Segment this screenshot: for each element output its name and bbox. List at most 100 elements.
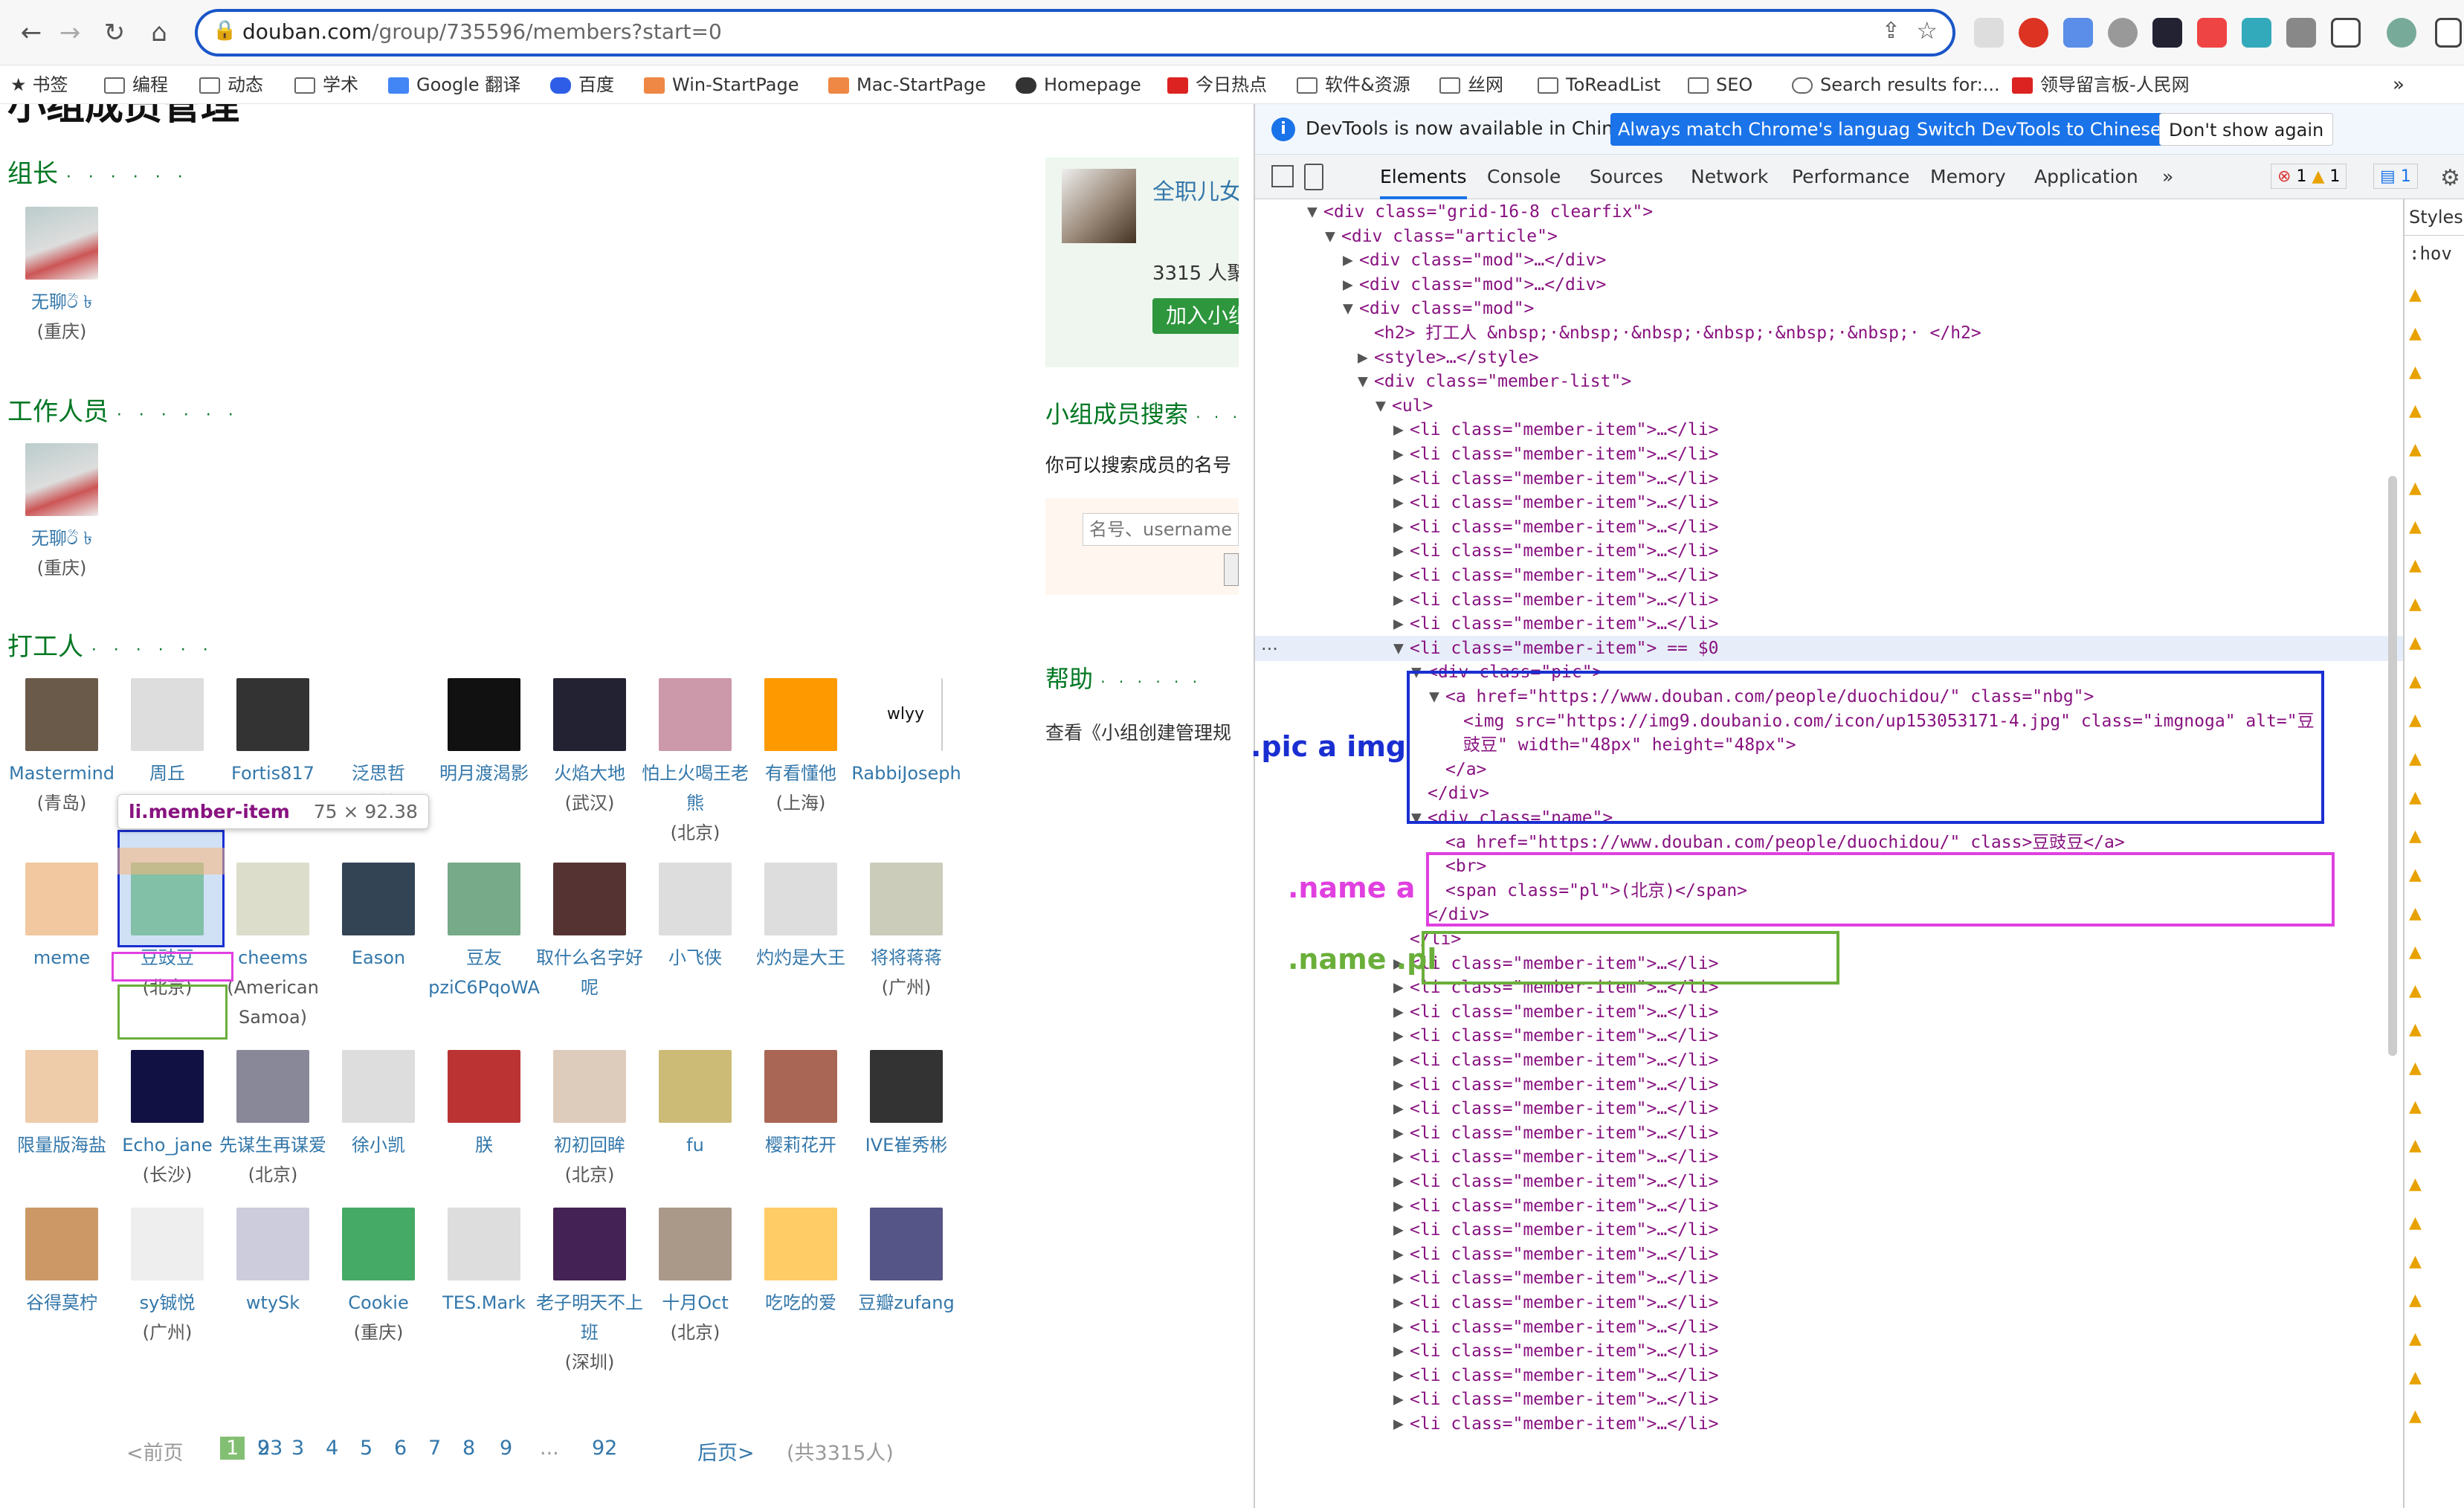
dom-node-line[interactable]: <a href="https://www.douban.com/people/d…	[1255, 830, 2403, 856]
dont-show-button[interactable]: Don't show again	[2159, 113, 2334, 146]
member-avatar[interactable]	[659, 1050, 732, 1123]
bookmark-item[interactable]: 编程	[104, 65, 168, 104]
member-name[interactable]: 谷得莫柠	[6, 1288, 117, 1318]
group-avatar[interactable]	[1062, 169, 1136, 243]
member-name[interactable]: sy铖悦	[112, 1288, 223, 1318]
pager-page-link[interactable]: 9	[500, 1437, 512, 1460]
member-item[interactable]: 取什么名字好呢	[534, 863, 645, 1002]
bookmark-item[interactable]: Search results for:...	[1792, 65, 2000, 104]
bookmark-item[interactable]: 动态	[199, 65, 263, 104]
dom-node-line[interactable]: ▼ <div class="grid-16-8 clearfix">	[1255, 199, 2403, 225]
member-item[interactable]: 老子明天不上班 (深圳)	[534, 1208, 645, 1377]
member-avatar[interactable]	[236, 863, 309, 935]
member-avatar[interactable]	[236, 678, 309, 751]
dom-node-line[interactable]: ▶ <li class="member-item">…</li>	[1255, 466, 2403, 492]
member-name[interactable]: 无聊ඊ ৳	[6, 523, 117, 553]
member-avatar[interactable]	[236, 1208, 309, 1280]
member-avatar[interactable]	[25, 1208, 98, 1280]
member-name[interactable]: 有看懂他	[745, 758, 857, 788]
dom-node-line[interactable]: ▼ <div class="member-list">	[1255, 369, 2403, 395]
member-item[interactable]: 有看懂他 (上海)	[745, 678, 857, 818]
dom-node-line[interactable]: ▶ <li class="member-item">…</li>	[1255, 1363, 2403, 1389]
member-name[interactable]: 朕	[428, 1130, 540, 1160]
expand-triangle-icon[interactable]: ▶	[1343, 272, 1359, 298]
member-item[interactable]: 明月渡渴影	[428, 678, 540, 788]
expand-triangle-icon[interactable]: ▶	[1393, 1121, 1410, 1147]
expand-triangle-icon[interactable]: ▶	[1393, 1290, 1410, 1316]
more-tabs-icon[interactable]: »	[2162, 155, 2173, 199]
dom-scrollbar-thumb[interactable]	[2388, 476, 2397, 1056]
dom-node-line[interactable]: ▶ <li class="member-item">…</li>	[1255, 515, 2403, 541]
member-name[interactable]: Echo_jane	[112, 1130, 223, 1160]
dom-node-line[interactable]: ▶ <li class="member-item">…</li>	[1255, 1217, 2403, 1243]
member-avatar[interactable]	[764, 863, 837, 935]
member-item[interactable]: 朕	[428, 1050, 540, 1160]
share-icon[interactable]: ⇪	[1882, 18, 1900, 44]
expand-triangle-icon[interactable]: ▶	[1393, 1144, 1410, 1170]
dom-node-line[interactable]: ▶ <li class="member-item">…</li>	[1255, 1072, 2403, 1098]
member-item[interactable]: 初初回眸 (北京)	[534, 1050, 645, 1190]
member-item[interactable]: 无聊ඊ ৳ (重庆)	[6, 207, 117, 347]
tab-performance[interactable]: Performance	[1792, 155, 1909, 199]
member-avatar[interactable]	[25, 678, 98, 751]
member-name[interactable]: 取什么名字好呢	[534, 943, 645, 1002]
expand-triangle-icon[interactable]: ▶	[1393, 1023, 1410, 1049]
tab-sources[interactable]: Sources	[1590, 155, 1663, 199]
pager-page-link[interactable]: 3	[291, 1437, 304, 1460]
member-name[interactable]: Cookie	[323, 1288, 434, 1318]
forward-icon[interactable]: →	[52, 15, 88, 51]
bookmark-item[interactable]: 今日热点	[1167, 65, 1267, 104]
bookmark-item[interactable]: Mac-StartPage	[828, 65, 986, 104]
member-item[interactable]: 火焰大地 (武汉)	[534, 678, 645, 818]
member-name[interactable]: 无聊ඊ ৳	[6, 287, 117, 317]
expand-triangle-icon[interactable]: ▶	[1393, 1266, 1410, 1292]
member-name[interactable]: 怕上火喝王老熊	[639, 758, 751, 818]
settings-gear-icon[interactable]: ⚙	[2440, 165, 2460, 191]
member-item[interactable]: 限量版海盐	[6, 1050, 117, 1160]
member-name[interactable]: wtySk	[217, 1288, 329, 1318]
switch-chinese-button[interactable]: Switch DevTools to Chinese	[1909, 113, 2169, 146]
dom-node-line[interactable]: ▶ <li class="member-item">…</li>	[1255, 1023, 2403, 1049]
member-avatar[interactable]	[25, 863, 98, 935]
member-avatar[interactable]	[659, 678, 732, 751]
dom-node-line[interactable]: ▶ <li class="member-item">…</li>	[1255, 1096, 2403, 1122]
dom-node-line[interactable]: ▶ <li class="member-item">…</li>	[1255, 1266, 2403, 1292]
dom-node-line[interactable]: ▶ <li class="member-item">…</li>	[1255, 1242, 2403, 1268]
member-name[interactable]: IVE崔秀彬	[851, 1130, 962, 1160]
home-icon[interactable]: ⌂	[141, 15, 177, 51]
member-item[interactable]: 无聊ඊ ৳ (重庆)	[6, 443, 117, 583]
expand-triangle-icon[interactable]: ▶	[1393, 587, 1410, 613]
bookmark-item[interactable]: 丝网	[1439, 65, 1503, 104]
expand-triangle-icon[interactable]: ▶	[1393, 1338, 1410, 1364]
member-item[interactable]: Eason	[323, 863, 434, 973]
member-avatar[interactable]	[25, 207, 98, 280]
expand-triangle-icon[interactable]: ▶	[1393, 538, 1410, 564]
avatar[interactable]	[2387, 18, 2416, 48]
pager-page-link[interactable]: 92	[592, 1437, 617, 1460]
extension-icon[interactable]	[2152, 18, 2182, 48]
expand-triangle-icon[interactable]: ▶	[1393, 1315, 1410, 1341]
member-avatar[interactable]	[342, 678, 415, 751]
dom-node-line[interactable]: ▶ <li class="member-item">…</li>	[1255, 1193, 2403, 1219]
member-avatar[interactable]	[342, 1050, 415, 1123]
node-options-icon[interactable]: ···	[1261, 639, 1278, 660]
member-item[interactable]: 将将蒋蒋 (广州)	[851, 863, 962, 1002]
issues-counter[interactable]: ⊗ 1 ▲ 1	[2271, 164, 2347, 189]
member-avatar[interactable]	[659, 1208, 732, 1280]
device-toolbar-icon[interactable]	[1304, 164, 1323, 190]
member-name[interactable]: 徐小凯	[323, 1130, 434, 1160]
pager-prev[interactable]: <前页	[126, 1437, 184, 1466]
member-name[interactable]: RabbiJoseph	[851, 758, 962, 788]
member-name[interactable]: 周丘	[112, 758, 223, 788]
member-avatar[interactable]	[25, 443, 98, 516]
member-avatar[interactable]	[131, 1050, 204, 1123]
member-name[interactable]: 豆瓣zufang	[851, 1288, 962, 1318]
member-item[interactable]: 灼灼是大王	[745, 863, 857, 973]
member-item[interactable]: Fortis817	[217, 678, 329, 788]
collapse-triangle-icon[interactable]: ▼	[1307, 199, 1323, 225]
dom-node-line[interactable]: ▶ <li class="member-item">…</li>	[1255, 442, 2403, 468]
member-avatar[interactable]	[448, 1208, 520, 1280]
member-item[interactable]: wtySk	[217, 1208, 329, 1318]
bookmark-item[interactable]: 软件&资源	[1297, 65, 1410, 104]
messages-counter[interactable]: ▤ 1	[2373, 164, 2418, 189]
